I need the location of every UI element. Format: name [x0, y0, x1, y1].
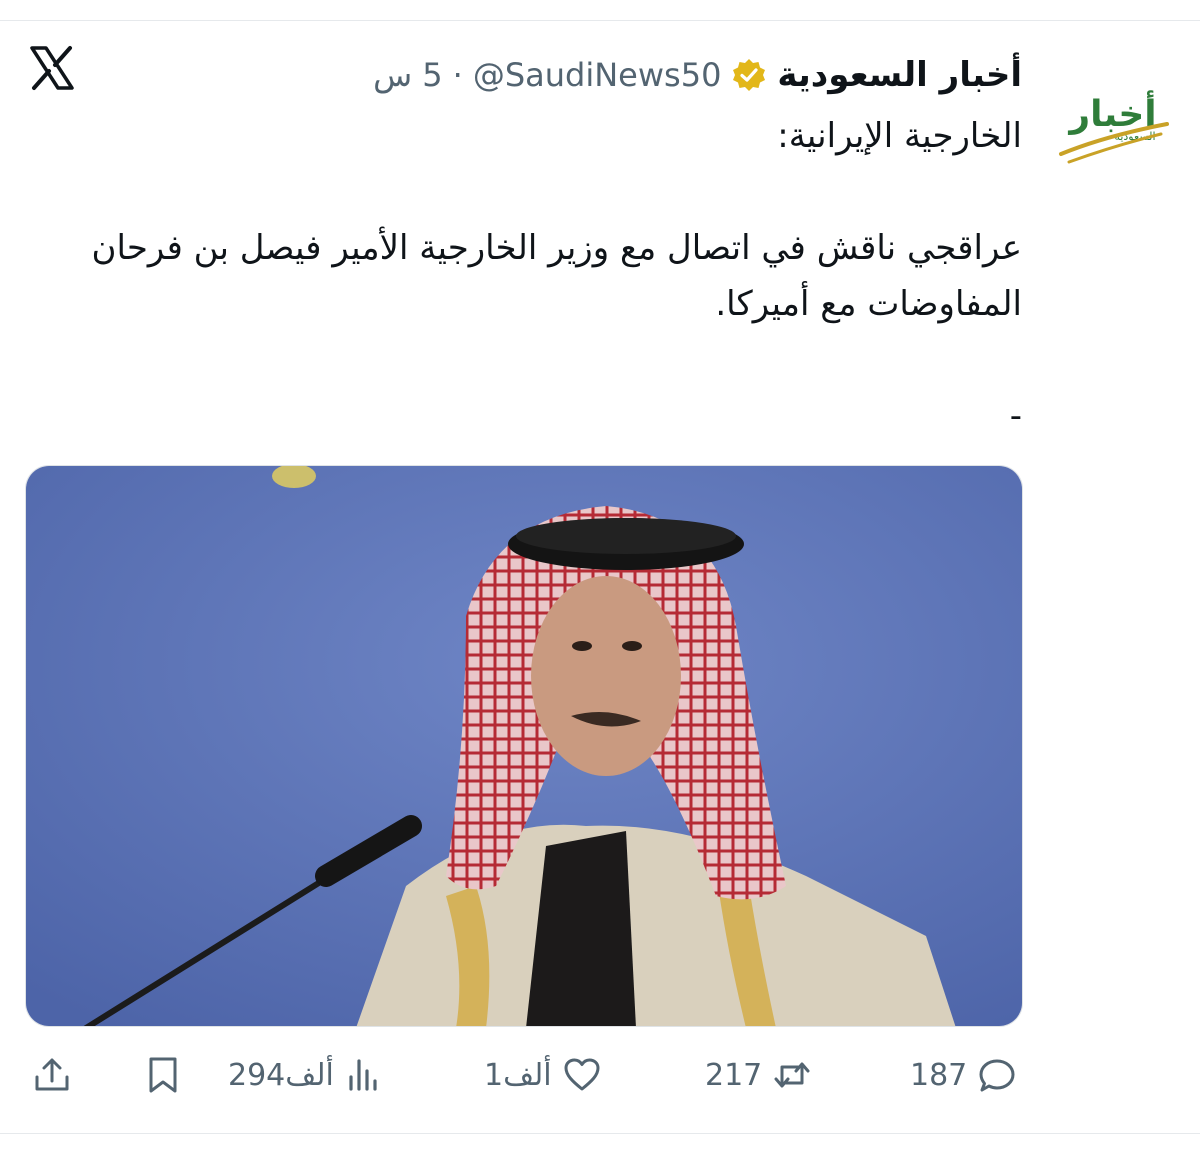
tweet-header: أخبار السعودية @SaudiNews50 · 5 س	[373, 50, 1022, 100]
retweet-icon	[774, 1062, 810, 1088]
bookmark-icon	[149, 1057, 177, 1093]
like-button[interactable]: 1ألف	[484, 1045, 602, 1105]
share-icon	[35, 1058, 69, 1091]
account-avatar[interactable]: أخبار السعودية	[1055, 78, 1173, 170]
tweet-photo[interactable]	[25, 465, 1023, 1027]
retweet-button[interactable]: 217	[705, 1045, 812, 1105]
display-name[interactable]: أخبار السعودية	[777, 55, 1022, 95]
top-divider	[0, 20, 1200, 21]
reply-icon	[979, 1059, 1015, 1092]
bottom-divider	[0, 1133, 1200, 1134]
bookmark-button[interactable]	[143, 1045, 183, 1105]
x-logo-icon[interactable]	[28, 44, 76, 92]
retweet-count: 217	[705, 1057, 763, 1093]
tweet-line-2: عراقجي ناقش في اتصال مع وزير الخارجية ال…	[91, 228, 1022, 324]
tweet-action-bar: 187 217 1ألف 294ألف	[0, 1045, 1200, 1105]
tweet-line-3: -	[1009, 396, 1022, 436]
views-count: 294ألف	[228, 1057, 334, 1093]
heart-icon	[564, 1058, 600, 1091]
reply-count: 187	[910, 1057, 968, 1093]
separator-dot: ·	[452, 56, 463, 94]
share-button[interactable]	[32, 1045, 72, 1105]
verified-badge-icon	[731, 57, 767, 93]
account-handle[interactable]: @SaudiNews50	[473, 56, 722, 94]
views-button[interactable]: 294ألف	[228, 1045, 384, 1105]
views-chart-icon	[349, 1059, 377, 1091]
tweet-line-1: الخارجية الإيرانية:	[777, 116, 1022, 156]
tweet-text: الخارجية الإيرانية: عراقجي ناقش في اتصال…	[62, 108, 1022, 444]
timestamp[interactable]: 5 س	[373, 56, 443, 94]
like-count: 1ألف	[484, 1057, 552, 1093]
reply-button[interactable]: 187	[910, 1045, 1017, 1105]
